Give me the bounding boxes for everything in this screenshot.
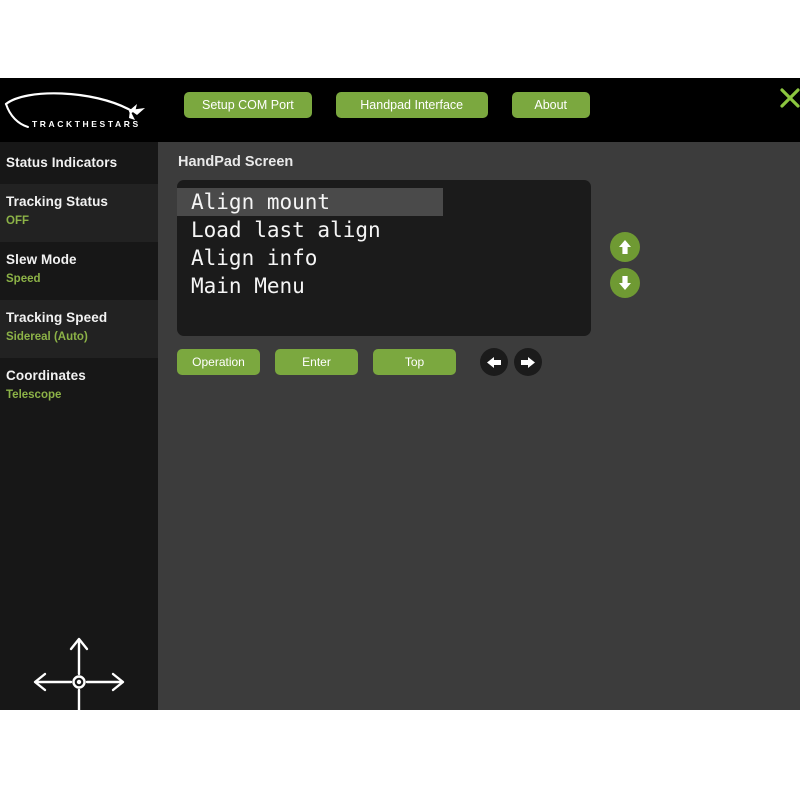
- arrow-left-button[interactable]: [480, 348, 508, 376]
- status-value: Sidereal (Auto): [6, 328, 158, 346]
- sidebar-heading: Status Indicators: [0, 142, 158, 184]
- main-content: HandPad Screen Align mount Load last ali…: [158, 142, 800, 710]
- manual-slew-indicator-panel: Manual Slew Indicators: [0, 410, 158, 710]
- arrow-right-button[interactable]: [514, 348, 542, 376]
- sidebar-heading-label: Status Indicators: [6, 155, 117, 170]
- nav-button-setup-com-port[interactable]: Setup COM Port: [184, 92, 312, 118]
- enter-button[interactable]: Enter: [275, 349, 358, 375]
- status-label: Tracking Status: [6, 192, 158, 212]
- status-label: Tracking Speed: [6, 308, 158, 328]
- header-bar: TRACKTHESTARS Setup COM Port Handpad Int…: [0, 78, 800, 142]
- sidebar: Status Indicators Tracking Status OFF Sl…: [0, 142, 158, 710]
- status-value: OFF: [6, 212, 158, 230]
- nav-button-handpad-interface[interactable]: Handpad Interface: [336, 92, 488, 118]
- main-nav: Setup COM Port Handpad Interface About: [184, 92, 590, 118]
- action-button-bar: Operation Enter Top: [177, 348, 542, 376]
- scroll-down-button[interactable]: [610, 268, 640, 298]
- application-window: TRACKTHESTARS Setup COM Port Handpad Int…: [0, 78, 800, 710]
- status-coordinates: Coordinates Telescope: [0, 358, 158, 416]
- scroll-up-button[interactable]: [610, 232, 640, 262]
- scroll-button-group: [610, 232, 640, 304]
- top-button[interactable]: Top: [373, 349, 456, 375]
- close-icon[interactable]: [778, 86, 800, 112]
- horizontal-arrow-group: [480, 348, 542, 376]
- nav-button-about[interactable]: About: [512, 92, 590, 118]
- status-label: Coordinates: [6, 366, 158, 386]
- status-tracking-status: Tracking Status OFF: [0, 184, 158, 242]
- handpad-menu-item[interactable]: Load last align: [177, 216, 591, 244]
- handpad-menu-item[interactable]: Main Menu: [177, 272, 591, 300]
- operation-button[interactable]: Operation: [177, 349, 260, 375]
- status-value: Speed: [6, 270, 158, 288]
- status-tracking-speed: Tracking Speed Sidereal (Auto): [0, 300, 158, 358]
- trackthestars-logo: TRACKTHESTARS: [4, 86, 154, 134]
- handpad-menu-item[interactable]: Align info: [177, 244, 591, 272]
- logo-wordmark: TRACKTHESTARS: [32, 119, 141, 129]
- status-slew-mode: Slew Mode Speed: [0, 242, 158, 300]
- status-value: Telescope: [6, 386, 158, 404]
- page-title: HandPad Screen: [178, 154, 293, 170]
- handpad-screen-display[interactable]: Align mount Load last align Align info M…: [177, 180, 591, 336]
- slew-direction-cross-icon: [14, 632, 144, 710]
- handpad-menu-item-selected[interactable]: Align mount: [177, 188, 443, 216]
- status-label: Slew Mode: [6, 250, 158, 270]
